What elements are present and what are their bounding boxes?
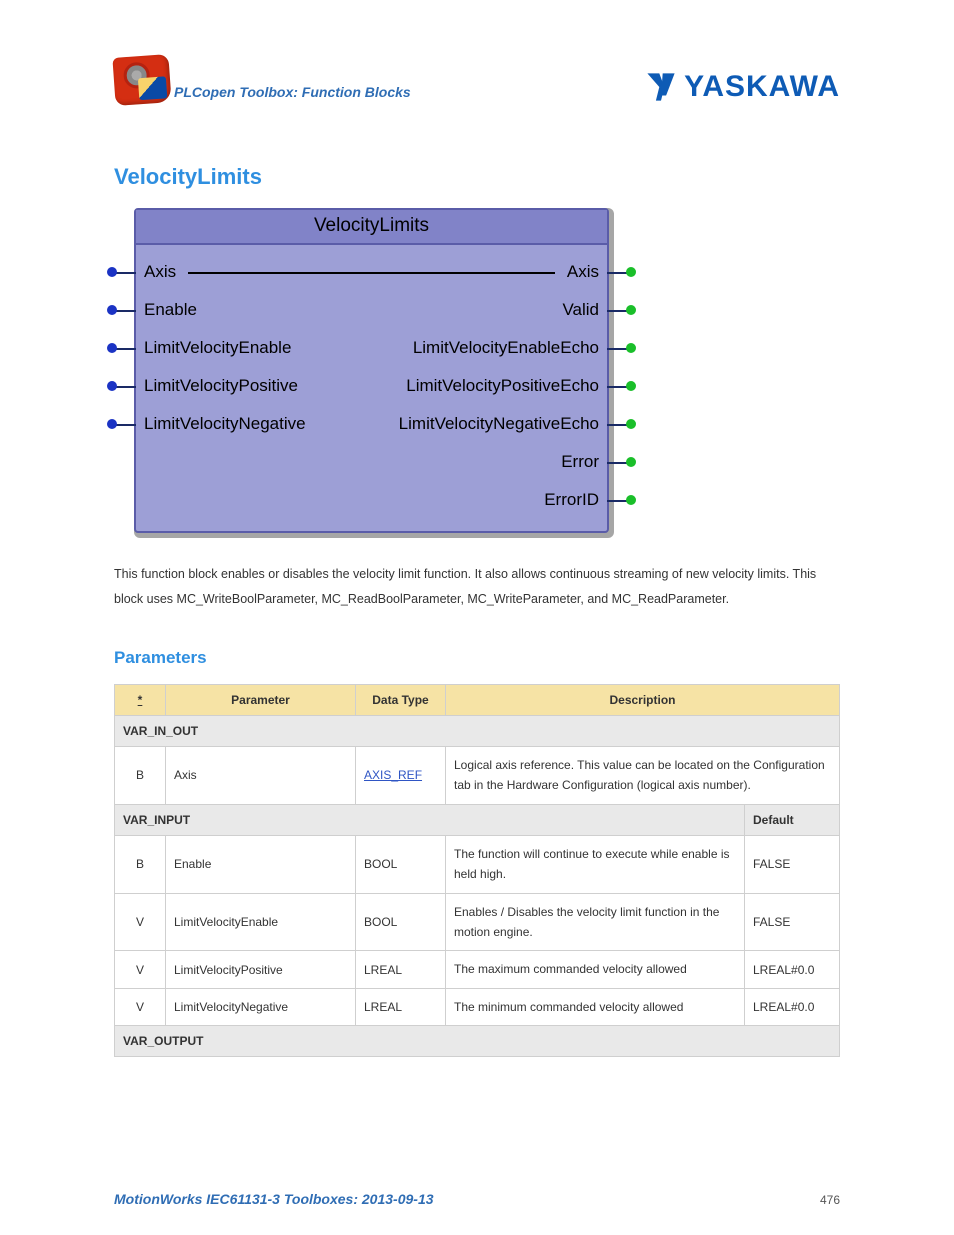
- fb-output-label: Error: [561, 452, 599, 472]
- table-row: VLimitVelocityEnableBOOLEnables / Disabl…: [115, 893, 840, 951]
- fb-row: LimitVelocityEnable LimitVelocityEnableEc…: [136, 329, 607, 367]
- col-header-star: *: [115, 685, 166, 716]
- cell-star: B: [115, 747, 166, 805]
- brand-logo: YASKAWA: [644, 70, 840, 104]
- footer-page-number: 476: [820, 1193, 840, 1207]
- table-section-row: VAR_OUTPUT: [115, 1026, 840, 1057]
- cell-default: FALSE: [745, 835, 840, 893]
- brand-text: YASKAWA: [684, 70, 840, 104]
- fb-input-label: LimitVelocityEnable: [144, 338, 291, 358]
- fb-row: LimitVelocityPositive LimitVelocityPositi…: [136, 367, 607, 405]
- fb-row: Axis Axis: [136, 253, 607, 291]
- parameters-table: * Parameter Data Type Description VAR_IN…: [114, 684, 840, 1057]
- fb-output-dot-icon: [626, 457, 636, 467]
- breadcrumb: PLCopen Toolbox: Function Blocks: [174, 84, 411, 100]
- table-row: BAxis AXIS_REF Logical axis reference. Thi…: [115, 747, 840, 805]
- page-title: VelocityLimits: [114, 164, 840, 190]
- col-header-parameter: Parameter: [166, 685, 356, 716]
- cell-description: Logical axis reference. This value can b…: [446, 747, 840, 805]
- cell-star: V: [115, 893, 166, 951]
- cell-default: FALSE: [745, 893, 840, 951]
- footer-title: MotionWorks IEC61131-3 Toolboxes: 2013-0…: [114, 1191, 434, 1207]
- function-block-diagram: VelocityLimits Axis Axis Enable Valid LimitV…: [134, 208, 614, 538]
- cell-description: The function will continue to execute wh…: [446, 835, 745, 893]
- fb-input-pin: [114, 386, 136, 388]
- fb-output-dot-icon: [626, 381, 636, 391]
- cell-description: The minimum commanded velocity allowed: [446, 988, 745, 1025]
- fb-input-pin: [114, 310, 136, 312]
- fb-input-dot-icon: [107, 267, 117, 277]
- cell-star: V: [115, 951, 166, 988]
- page-header: PLCopen Toolbox: Function Blocks YASKAWA: [114, 56, 840, 104]
- cell-datatype: AXIS_REF: [356, 747, 446, 805]
- fb-output-dot-icon: [626, 495, 636, 505]
- fb-row: ErrorID: [136, 481, 607, 519]
- col-header-default: Default: [745, 804, 840, 835]
- fb-axis-through-line: [188, 272, 555, 274]
- cell-parameter: LimitVelocityEnable: [166, 893, 356, 951]
- fb-input-dot-icon: [107, 381, 117, 391]
- cell-datatype: BOOL: [356, 893, 446, 951]
- cell-datatype: LREAL: [356, 988, 446, 1025]
- header-left: PLCopen Toolbox: Function Blocks: [114, 56, 411, 104]
- fb-input-label: LimitVelocityPositive: [144, 376, 298, 396]
- cell-description: The maximum commanded velocity allowed: [446, 951, 745, 988]
- table-section-label: VAR_IN_OUT: [115, 716, 840, 747]
- fb-output-dot-icon: [626, 419, 636, 429]
- description-paragraph: This function block enables or disables …: [114, 562, 840, 612]
- table-row: BEnableBOOLThe function will continue to…: [115, 835, 840, 893]
- fb-input-dot-icon: [107, 343, 117, 353]
- table-section-label: VAR_INPUT: [115, 804, 745, 835]
- page-footer: MotionWorks IEC61131-3 Toolboxes: 2013-0…: [114, 1191, 840, 1207]
- cell-datatype: LREAL: [356, 951, 446, 988]
- datatype-link[interactable]: AXIS_REF: [364, 768, 422, 782]
- cell-star: B: [115, 835, 166, 893]
- fb-title: VelocityLimits: [136, 210, 607, 245]
- fb-output-label: Axis: [567, 262, 599, 282]
- fb-row: LimitVelocityNegative LimitVelocityNegati…: [136, 405, 607, 443]
- cell-description: Enables / Disables the velocity limit fu…: [446, 893, 745, 951]
- table-section-label: VAR_OUTPUT: [115, 1026, 840, 1057]
- table-row: VLimitVelocityNegativeLREALThe minimum c…: [115, 988, 840, 1025]
- plcopen-badge-icon: [112, 54, 171, 106]
- fb-input-label: LimitVelocityNegative: [144, 414, 306, 434]
- fb-output-label: LimitVelocityNegativeEcho: [399, 414, 599, 434]
- fb-output-dot-icon: [626, 267, 636, 277]
- cell-parameter: LimitVelocityPositive: [166, 951, 356, 988]
- fb-input-pin: [114, 272, 136, 274]
- fb-output-dot-icon: [626, 305, 636, 315]
- fb-row: Enable Valid: [136, 291, 607, 329]
- fb-input-label: Axis: [144, 262, 176, 282]
- fb-input-dot-icon: [107, 419, 117, 429]
- col-header-description: Description: [446, 685, 840, 716]
- fb-output-dot-icon: [626, 343, 636, 353]
- fb-output-label: LimitVelocityEnableEcho: [413, 338, 599, 358]
- fb-input-pin: [114, 424, 136, 426]
- fb-output-label: Valid: [562, 300, 599, 320]
- cell-default: LREAL#0.0: [745, 988, 840, 1025]
- table-section-row: VAR_INPUTDefault: [115, 804, 840, 835]
- fb-row: Error: [136, 443, 607, 481]
- fb-input-label: Enable: [144, 300, 197, 320]
- cell-parameter: LimitVelocityNegative: [166, 988, 356, 1025]
- parameters-heading: Parameters: [114, 648, 840, 668]
- cell-star: V: [115, 988, 166, 1025]
- cell-parameter: Axis: [166, 747, 356, 805]
- table-row: VLimitVelocityPositiveLREALThe maximum c…: [115, 951, 840, 988]
- yaskawa-mark-icon: [644, 70, 678, 104]
- fb-input-dot-icon: [107, 305, 117, 315]
- fb-output-label: LimitVelocityPositiveEcho: [406, 376, 599, 396]
- fb-input-pin: [114, 348, 136, 350]
- table-section-row: VAR_IN_OUT: [115, 716, 840, 747]
- page: PLCopen Toolbox: Function Blocks YASKAWA…: [0, 0, 954, 1235]
- cell-parameter: Enable: [166, 835, 356, 893]
- cell-default: LREAL#0.0: [745, 951, 840, 988]
- table-header-row: * Parameter Data Type Description: [115, 685, 840, 716]
- cell-datatype: BOOL: [356, 835, 446, 893]
- col-header-datatype: Data Type: [356, 685, 446, 716]
- fb-output-label: ErrorID: [544, 490, 599, 510]
